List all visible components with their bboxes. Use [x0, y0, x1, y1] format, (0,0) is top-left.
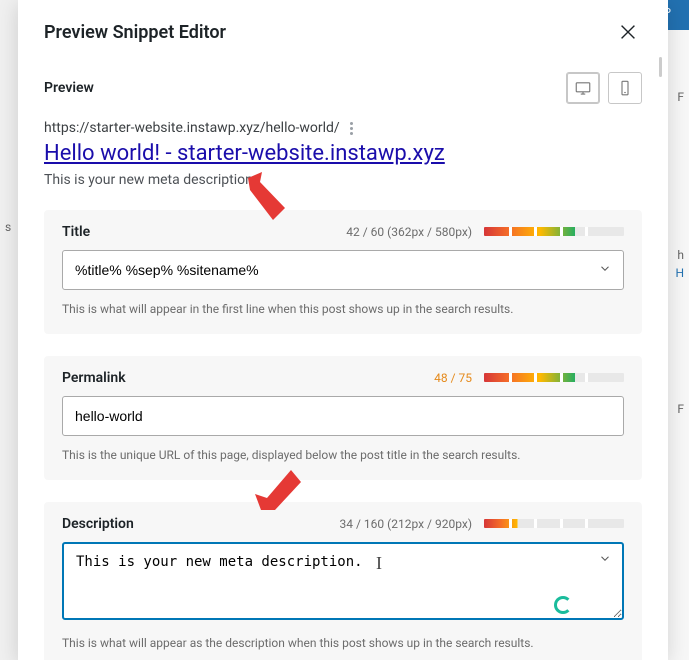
loading-spinner-icon — [554, 596, 572, 614]
close-button[interactable] — [614, 18, 642, 46]
description-textarea[interactable] — [62, 542, 624, 620]
modal-header: Preview Snippet Editor — [18, 0, 668, 58]
mobile-preview-button[interactable] — [608, 72, 642, 104]
serp-description: This is your new meta description — [44, 172, 642, 188]
title-section: Title 42 / 60 (362px / 580px) This is wh… — [44, 210, 642, 334]
bg-char: F — [677, 402, 684, 416]
modal-title: Preview Snippet Editor — [44, 22, 226, 43]
snippet-editor-modal: Preview Snippet Editor Preview https://s… — [18, 0, 668, 660]
more-icon[interactable] — [350, 122, 354, 135]
permalink-counter: 48 / 75 — [434, 371, 472, 385]
preview-heading: Preview — [44, 80, 94, 96]
serp-url: https://starter-website.instawp.xyz/hell… — [44, 120, 340, 136]
text-cursor-icon: I — [376, 553, 382, 574]
permalink-input[interactable] — [62, 396, 624, 436]
desktop-icon — [574, 79, 592, 97]
serp-title-link[interactable]: Hello world! - starter-website.instawp.x… — [44, 141, 445, 166]
mobile-icon — [616, 79, 634, 97]
permalink-section: Permalink 48 / 75 This is the unique URL… — [44, 356, 642, 480]
annotation-arrow-icon — [240, 172, 290, 230]
annotation-arrow-icon — [255, 464, 301, 522]
device-toggle — [566, 72, 642, 104]
close-icon — [617, 21, 639, 43]
description-help: This is what will appear as the descript… — [62, 634, 624, 652]
desktop-preview-button[interactable] — [566, 72, 600, 104]
modal-body: Preview https://starter-website.instawp.… — [18, 58, 668, 660]
description-section: Description 34 / 160 (212px / 920px) Thi… — [44, 502, 642, 660]
bg-char: H — [675, 266, 684, 280]
permalink-help: This is the unique URL of this page, dis… — [62, 446, 624, 464]
bg-char: F — [677, 90, 684, 104]
title-counter: 42 / 60 (362px / 580px) — [346, 225, 472, 239]
description-meter — [484, 519, 624, 528]
bg-char: h — [677, 248, 684, 262]
description-counter: 34 / 160 (212px / 920px) — [340, 517, 472, 531]
title-input[interactable] — [62, 250, 624, 290]
description-label: Description — [62, 516, 134, 532]
permalink-label: Permalink — [62, 370, 126, 386]
title-length-meter — [484, 227, 624, 236]
title-help: This is what will appear in the first li… — [62, 300, 624, 318]
title-label: Title — [62, 224, 90, 240]
permalink-meter — [484, 373, 624, 382]
